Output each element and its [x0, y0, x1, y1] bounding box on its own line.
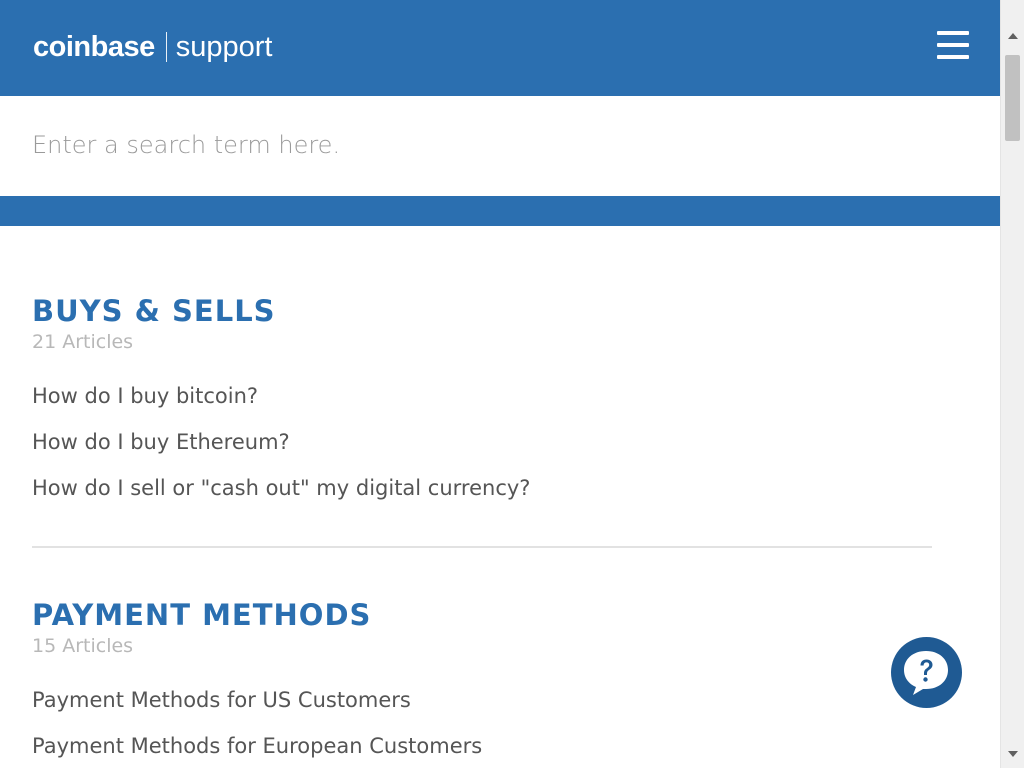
menu-bar-middle [937, 43, 969, 47]
category-title-buys-sells[interactable]: BUYS & SELLS [32, 293, 932, 329]
scroll-thumb[interactable] [1005, 55, 1020, 141]
vertical-scrollbar[interactable] [1000, 0, 1024, 768]
logo-subtitle-text: support [175, 30, 273, 63]
article-link[interactable]: Payment Methods for US Customers [32, 677, 932, 723]
article-link[interactable]: How do I buy bitcoin? [32, 373, 932, 419]
article-link[interactable]: Payment Methods for European Customers [32, 723, 932, 768]
logo-divider [165, 32, 167, 62]
search-input[interactable] [32, 124, 932, 166]
site-header: coinbase support [0, 0, 1000, 96]
article-count: 15 Articles [32, 635, 134, 657]
page: coinbase support BUYS & SELLS 21 Article… [0, 0, 1000, 768]
article-count: 21 Articles [32, 331, 134, 353]
menu-bar-top [937, 31, 969, 35]
category-title-payment-methods[interactable]: PAYMENT METHODS [32, 597, 932, 633]
article-list: How do I buy bitcoin? How do I buy Ether… [32, 373, 932, 511]
article-link[interactable]: How do I buy Ethereum? [32, 419, 932, 465]
search-area [0, 96, 1000, 196]
article-link[interactable]: How do I sell or "cash out" my digital c… [32, 465, 932, 511]
coinbase-support-logo[interactable]: coinbase support [33, 27, 272, 67]
scroll-down-arrow-icon[interactable] [1008, 751, 1018, 757]
logo-brand-text: coinbase [33, 30, 155, 63]
category-buys-sells: BUYS & SELLS 21 Articles How do I buy bi… [32, 293, 932, 511]
section-divider [32, 546, 932, 548]
article-list: Payment Methods for US Customers Payment… [32, 677, 932, 768]
help-chat-button[interactable] [891, 637, 962, 708]
category-payment-methods: PAYMENT METHODS 15 Articles Payment Meth… [32, 597, 932, 768]
hamburger-menu-icon[interactable] [937, 31, 969, 59]
help-chat-icon [904, 651, 948, 695]
menu-bar-bottom [937, 55, 969, 59]
header-band [0, 196, 1000, 226]
scroll-up-arrow-icon[interactable] [1008, 33, 1018, 39]
